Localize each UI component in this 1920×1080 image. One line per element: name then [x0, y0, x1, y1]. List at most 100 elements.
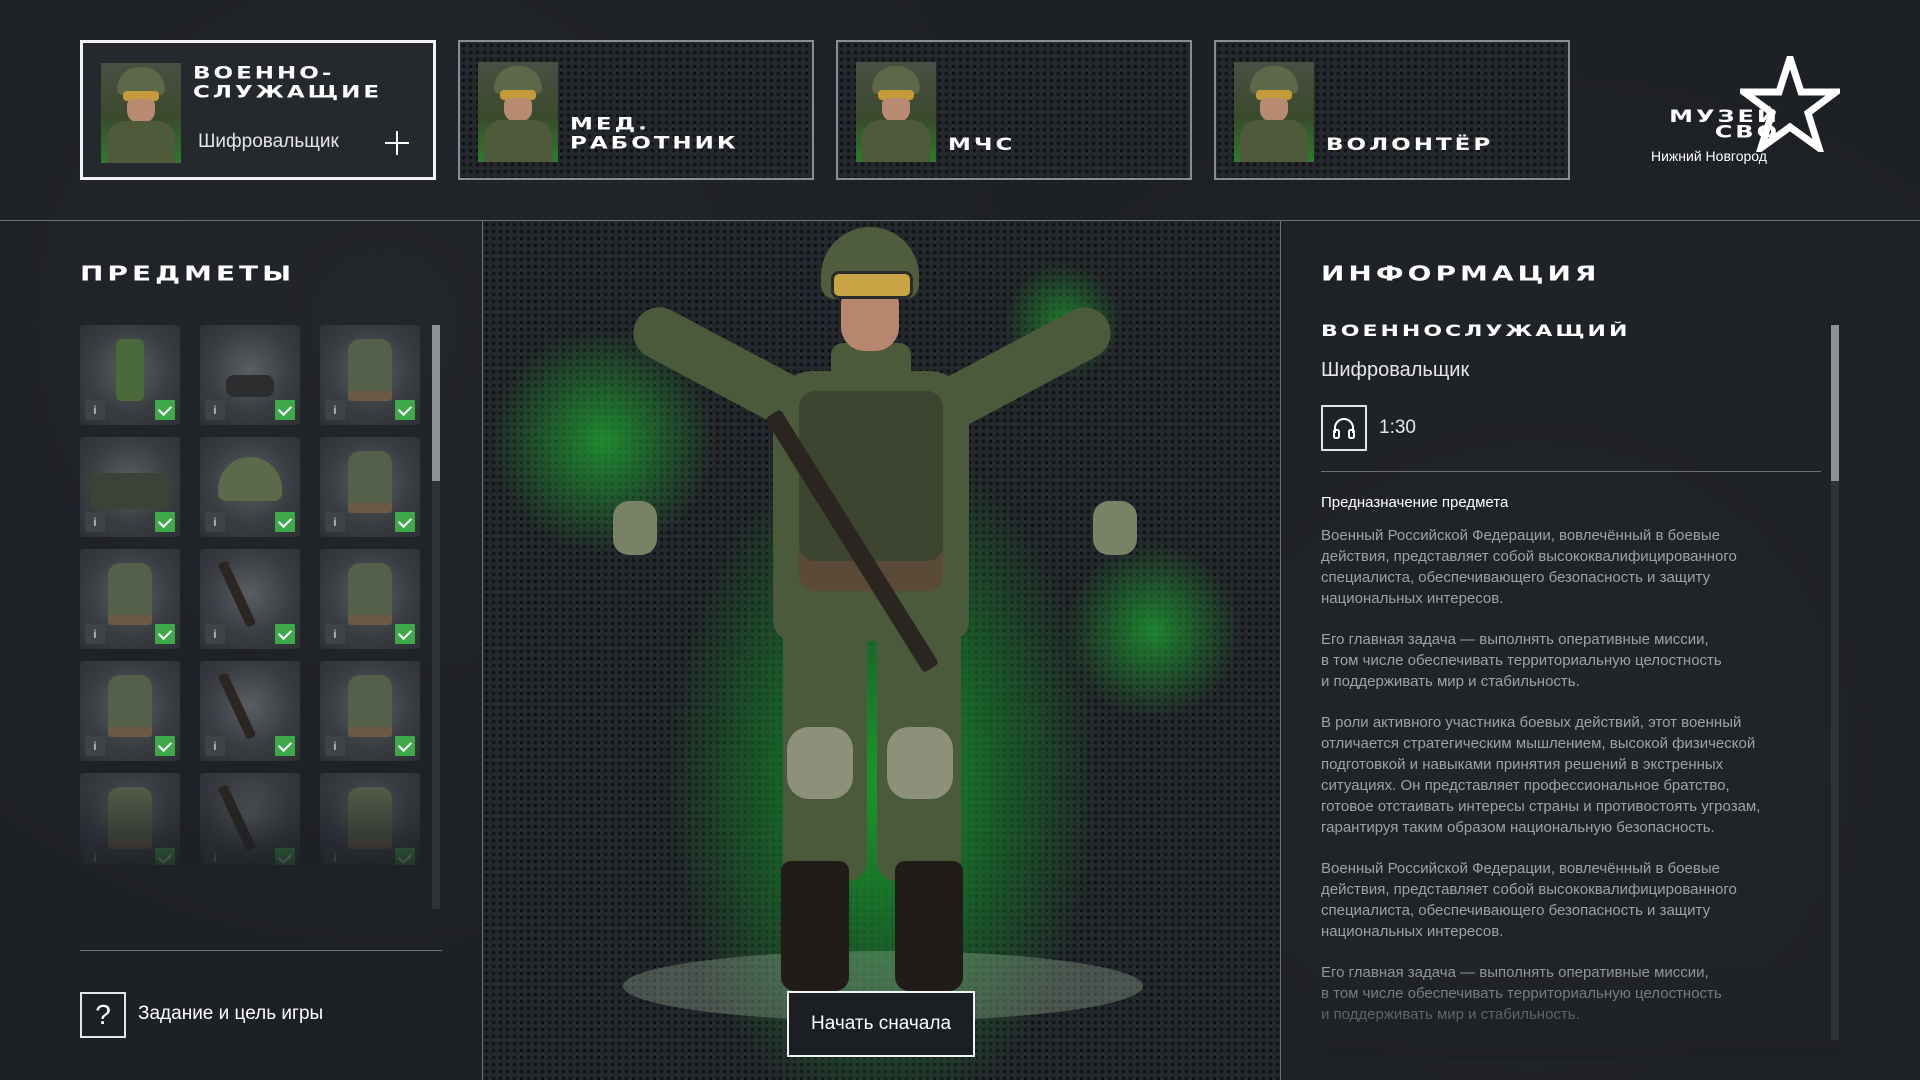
- gear-kit-icon: [90, 473, 170, 509]
- check-icon: [395, 624, 415, 644]
- info-icon[interactable]: i: [205, 848, 225, 865]
- info-icon[interactable]: i: [85, 400, 105, 420]
- category-bar: ВОЕННО- СЛУЖАЩИЕ Шифровальщик МЕД. РАБОТ…: [0, 0, 1920, 221]
- info-scrollbar[interactable]: [1831, 325, 1839, 1040]
- model-viewer[interactable]: Начать сначала: [483, 221, 1281, 1080]
- divider: [1321, 471, 1821, 472]
- check-icon: [395, 400, 415, 420]
- info-icon[interactable]: i: [205, 624, 225, 644]
- info-icon[interactable]: i: [325, 624, 345, 644]
- item-tile[interactable]: i: [200, 661, 300, 761]
- info-icon[interactable]: i: [85, 624, 105, 644]
- check-icon: [275, 400, 295, 420]
- scrollbar-thumb[interactable]: [432, 325, 440, 481]
- info-icon[interactable]: i: [325, 736, 345, 756]
- info-icon[interactable]: i: [85, 512, 105, 532]
- item-tile[interactable]: i: [320, 437, 420, 537]
- info-title: ИНФОРМАЦИЯ: [1321, 261, 1601, 286]
- item-tile[interactable]: i: [80, 549, 180, 649]
- item-tile[interactable]: i: [320, 549, 420, 649]
- item-tile[interactable]: i: [80, 661, 180, 761]
- description-paragraph: Военный Российской Федерации, вовлечённы…: [1321, 527, 1737, 607]
- info-icon[interactable]: i: [325, 512, 345, 532]
- check-icon: [155, 624, 175, 644]
- check-icon: [275, 736, 295, 756]
- category-subtitle: Шифровальщик: [198, 131, 339, 152]
- items-title: ПРЕДМЕТЫ: [80, 261, 296, 286]
- vest-icon: [348, 787, 392, 849]
- vest-icon: [348, 675, 392, 737]
- item-tile[interactable]: i: [200, 325, 300, 425]
- info-icon[interactable]: i: [205, 512, 225, 532]
- info-subheading: ВОЕННОСЛУЖАЩИЙ: [1321, 322, 1631, 341]
- item-tile[interactable]: i: [200, 773, 300, 865]
- purpose-label: Предназначение предмета: [1321, 494, 1509, 511]
- item-tile[interactable]: i: [80, 437, 180, 537]
- item-tile[interactable]: i: [320, 325, 420, 425]
- vest-icon: [108, 787, 152, 849]
- item-tile[interactable]: i: [200, 549, 300, 649]
- category-title: ВОЕННО- СЛУЖАЩИЕ: [193, 64, 383, 102]
- military-portrait-icon: [101, 63, 181, 163]
- description-paragraph: Его главная задача — выполнять оперативн…: [1321, 964, 1722, 1023]
- item-tile[interactable]: i: [200, 437, 300, 537]
- category-title: МЧС: [948, 135, 1016, 155]
- items-panel: ПРЕДМЕТЫ i i i i i i i i i i i i i i i ?…: [0, 221, 483, 1080]
- info-icon[interactable]: i: [85, 848, 105, 865]
- description-paragraph: Военный Российской Федерации, вовлечённы…: [1321, 860, 1737, 940]
- category-title: МЕД. РАБОТНИК: [570, 115, 739, 153]
- check-icon: [395, 512, 415, 532]
- category-card-volunteer[interactable]: ВОЛОНТЁР: [1214, 40, 1570, 180]
- soldier-model: [483, 221, 1280, 1080]
- item-tile[interactable]: i: [80, 773, 180, 865]
- check-icon: [275, 848, 295, 865]
- vest-icon: [108, 563, 152, 625]
- category-card-medic[interactable]: МЕД. РАБОТНИК: [458, 40, 814, 180]
- vest-icon: [108, 675, 152, 737]
- check-icon: [155, 400, 175, 420]
- vest-icon: [348, 339, 392, 401]
- info-icon[interactable]: i: [205, 400, 225, 420]
- audio-duration: 1:30: [1379, 417, 1416, 438]
- rifle-icon: [217, 560, 257, 628]
- medic-portrait-icon: [478, 62, 558, 162]
- audio-button[interactable]: [1321, 405, 1367, 451]
- info-icon[interactable]: i: [325, 848, 345, 865]
- category-title: ВОЛОНТЁР: [1326, 135, 1494, 155]
- rifle-icon: [217, 784, 257, 852]
- category-card-military[interactable]: ВОЕННО- СЛУЖАЩИЕ Шифровальщик: [80, 40, 436, 180]
- mchs-portrait-icon: [856, 62, 936, 162]
- item-tile[interactable]: i: [320, 773, 420, 865]
- info-icon[interactable]: i: [325, 400, 345, 420]
- items-grid: i i i i i i i i i i i i i i i: [80, 325, 420, 865]
- check-icon: [395, 736, 415, 756]
- helmet-icon: [218, 457, 282, 501]
- description-paragraph: В роли активного участника боевых действ…: [1321, 714, 1761, 836]
- restart-button[interactable]: Начать сначала: [787, 991, 975, 1057]
- vest-icon: [348, 451, 392, 513]
- items-scrollbar[interactable]: [432, 325, 440, 909]
- info-icon[interactable]: i: [85, 736, 105, 756]
- check-icon: [155, 736, 175, 756]
- category-card-mchs[interactable]: МЧС: [836, 40, 1192, 180]
- item-tile[interactable]: i: [320, 661, 420, 761]
- help-link[interactable]: Задание и цель игры: [138, 1003, 323, 1025]
- item-tile[interactable]: i: [80, 325, 180, 425]
- info-role: Шифровальщик: [1321, 359, 1470, 381]
- scrollbar-thumb[interactable]: [1831, 325, 1839, 481]
- volunteer-portrait-icon: [1234, 62, 1314, 162]
- plus-icon[interactable]: [385, 131, 409, 155]
- logo-title: МУЗЕЙ СВО: [1669, 106, 1780, 142]
- info-icon[interactable]: i: [205, 736, 225, 756]
- question-icon[interactable]: ?: [80, 992, 126, 1038]
- description-text: Военный Российской Федерации, вовлечённы…: [1321, 525, 1821, 1055]
- divider: [80, 950, 442, 951]
- vest-icon: [348, 563, 392, 625]
- info-panel: ИНФОРМАЦИЯ ВОЕННОСЛУЖАЩИЙ Шифровальщик 1…: [1281, 221, 1920, 1080]
- gloves-icon: [226, 375, 274, 397]
- check-icon: [155, 512, 175, 532]
- museum-logo: МУЗЕЙ СВО Нижний Новгород: [1648, 56, 1848, 166]
- uniform-icon: [116, 339, 144, 401]
- check-icon: [275, 624, 295, 644]
- check-icon: [275, 512, 295, 532]
